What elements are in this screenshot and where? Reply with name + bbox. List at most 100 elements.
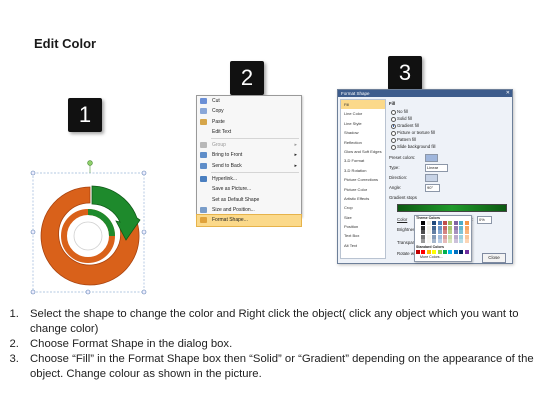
position-input[interactable]: 0%: [477, 216, 492, 224]
color-swatch[interactable]: [453, 234, 458, 239]
category-item[interactable]: Line Color: [341, 109, 385, 118]
menu-item-set-as-default-shape[interactable]: Set as Default Shape: [197, 195, 301, 205]
color-swatch[interactable]: [432, 239, 437, 244]
color-swatch[interactable]: [464, 234, 469, 239]
category-item[interactable]: Fill: [341, 100, 385, 110]
category-item[interactable]: Line Style: [341, 119, 385, 128]
menu-item-save-as-picture[interactable]: Save as Picture...: [197, 184, 301, 194]
category-item[interactable]: 3-D Rotation: [341, 166, 385, 175]
standard-color-swatch[interactable]: [416, 250, 420, 254]
color-swatch[interactable]: [453, 239, 458, 244]
color-swatch[interactable]: [459, 234, 464, 239]
category-item[interactable]: Glow and Soft Edges: [341, 147, 385, 156]
color-swatch[interactable]: [421, 234, 426, 239]
color-swatch[interactable]: [437, 225, 442, 230]
color-swatch[interactable]: [459, 221, 464, 225]
color-swatch[interactable]: [443, 221, 447, 225]
menu-item-size-and-position[interactable]: Size and Position...: [197, 205, 301, 215]
menu-item-group[interactable]: Group ▸: [197, 140, 301, 150]
color-swatch[interactable]: [432, 230, 437, 235]
standard-color-swatch[interactable]: [432, 250, 437, 254]
color-swatch[interactable]: [459, 225, 464, 230]
color-swatch[interactable]: [421, 221, 426, 225]
more-colors-link[interactable]: More Colors...: [420, 255, 443, 259]
color-swatch[interactable]: [437, 230, 442, 235]
color-swatch[interactable]: [459, 239, 464, 244]
color-swatch[interactable]: [416, 230, 420, 235]
type-select[interactable]: Linear: [425, 164, 448, 172]
color-swatch[interactable]: [448, 239, 453, 244]
color-swatch[interactable]: [416, 234, 420, 239]
color-swatch[interactable]: [432, 234, 437, 239]
color-swatch[interactable]: [453, 225, 458, 230]
category-item[interactable]: Size: [341, 213, 385, 222]
category-item[interactable]: Position: [341, 222, 385, 231]
color-swatch[interactable]: [432, 225, 437, 230]
fill-radio[interactable]: [391, 137, 396, 143]
direction-dropdown[interactable]: [425, 174, 438, 182]
color-swatch[interactable]: [453, 221, 458, 225]
color-swatch[interactable]: [453, 230, 458, 235]
standard-color-swatch[interactable]: [437, 250, 442, 254]
menu-item-edit-text[interactable]: Edit Text: [197, 127, 301, 137]
angle-input[interactable]: 90°: [425, 184, 440, 192]
menu-item-paste[interactable]: Paste: [197, 117, 301, 127]
close-icon[interactable]: ✕: [506, 90, 510, 97]
color-swatch[interactable]: [448, 234, 453, 239]
menu-item-hyperlink[interactable]: Hyperlink...: [197, 174, 301, 184]
fill-radio[interactable]: [391, 123, 396, 129]
color-swatch[interactable]: [416, 221, 420, 225]
color-swatch[interactable]: [443, 234, 447, 239]
gradient-stops-bar[interactable]: [397, 204, 507, 212]
color-swatch[interactable]: [459, 230, 464, 235]
category-item[interactable]: Picture Corrections: [341, 175, 385, 184]
standard-color-swatch[interactable]: [421, 250, 426, 254]
color-swatch[interactable]: [426, 221, 431, 225]
color-swatch[interactable]: [437, 221, 442, 225]
color-swatch[interactable]: [437, 239, 442, 244]
standard-color-swatch[interactable]: [453, 250, 458, 254]
category-item[interactable]: Crop: [341, 203, 385, 212]
category-item[interactable]: 3-D Format: [341, 156, 385, 165]
fill-radio[interactable]: [391, 144, 396, 150]
color-swatch[interactable]: [448, 225, 453, 230]
menu-item-cut[interactable]: Cut: [197, 96, 301, 106]
close-button[interactable]: Close: [482, 253, 506, 263]
color-swatch[interactable]: [443, 239, 447, 244]
circular-arrow-diagram[interactable]: [28, 156, 154, 298]
fill-radio[interactable]: [391, 116, 396, 122]
preset-colors-dropdown[interactable]: [425, 154, 438, 162]
color-swatch[interactable]: [437, 234, 442, 239]
category-item[interactable]: Alt Text: [341, 241, 385, 250]
menu-item-copy[interactable]: Copy: [197, 106, 301, 116]
color-swatch[interactable]: [448, 221, 453, 225]
color-swatch[interactable]: [426, 225, 431, 230]
color-swatch[interactable]: [416, 225, 420, 230]
color-swatch[interactable]: [426, 239, 431, 244]
color-swatch[interactable]: [443, 230, 447, 235]
category-item[interactable]: Picture Color: [341, 185, 385, 194]
standard-color-swatch[interactable]: [426, 250, 431, 254]
color-swatch[interactable]: [464, 230, 469, 235]
color-swatch[interactable]: [464, 225, 469, 230]
color-palette[interactable]: Theme Colors Standard Colors More Colors…: [414, 215, 472, 262]
color-swatch[interactable]: [416, 239, 420, 244]
standard-color-swatch[interactable]: [459, 250, 464, 254]
category-item[interactable]: Shadow: [341, 128, 385, 137]
menu-item-bring-to-front[interactable]: Bring to Front ▸: [197, 150, 301, 160]
color-swatch[interactable]: [464, 239, 469, 244]
color-swatch[interactable]: [426, 234, 431, 239]
color-swatch[interactable]: [464, 221, 469, 225]
category-item[interactable]: Text Box: [341, 231, 385, 240]
menu-item-format-shape[interactable]: Format Shape...: [196, 214, 302, 227]
fill-radio[interactable]: [391, 109, 396, 115]
category-item[interactable]: Artistic Effects: [341, 194, 385, 203]
color-swatch[interactable]: [421, 225, 426, 230]
color-swatch[interactable]: [448, 230, 453, 235]
color-swatch[interactable]: [426, 230, 431, 235]
standard-color-swatch[interactable]: [443, 250, 447, 254]
menu-item-send-to-back[interactable]: Send to Back ▸: [197, 161, 301, 171]
color-swatch[interactable]: [421, 230, 426, 235]
category-item[interactable]: Reflection: [341, 138, 385, 147]
standard-color-swatch[interactable]: [448, 250, 453, 254]
